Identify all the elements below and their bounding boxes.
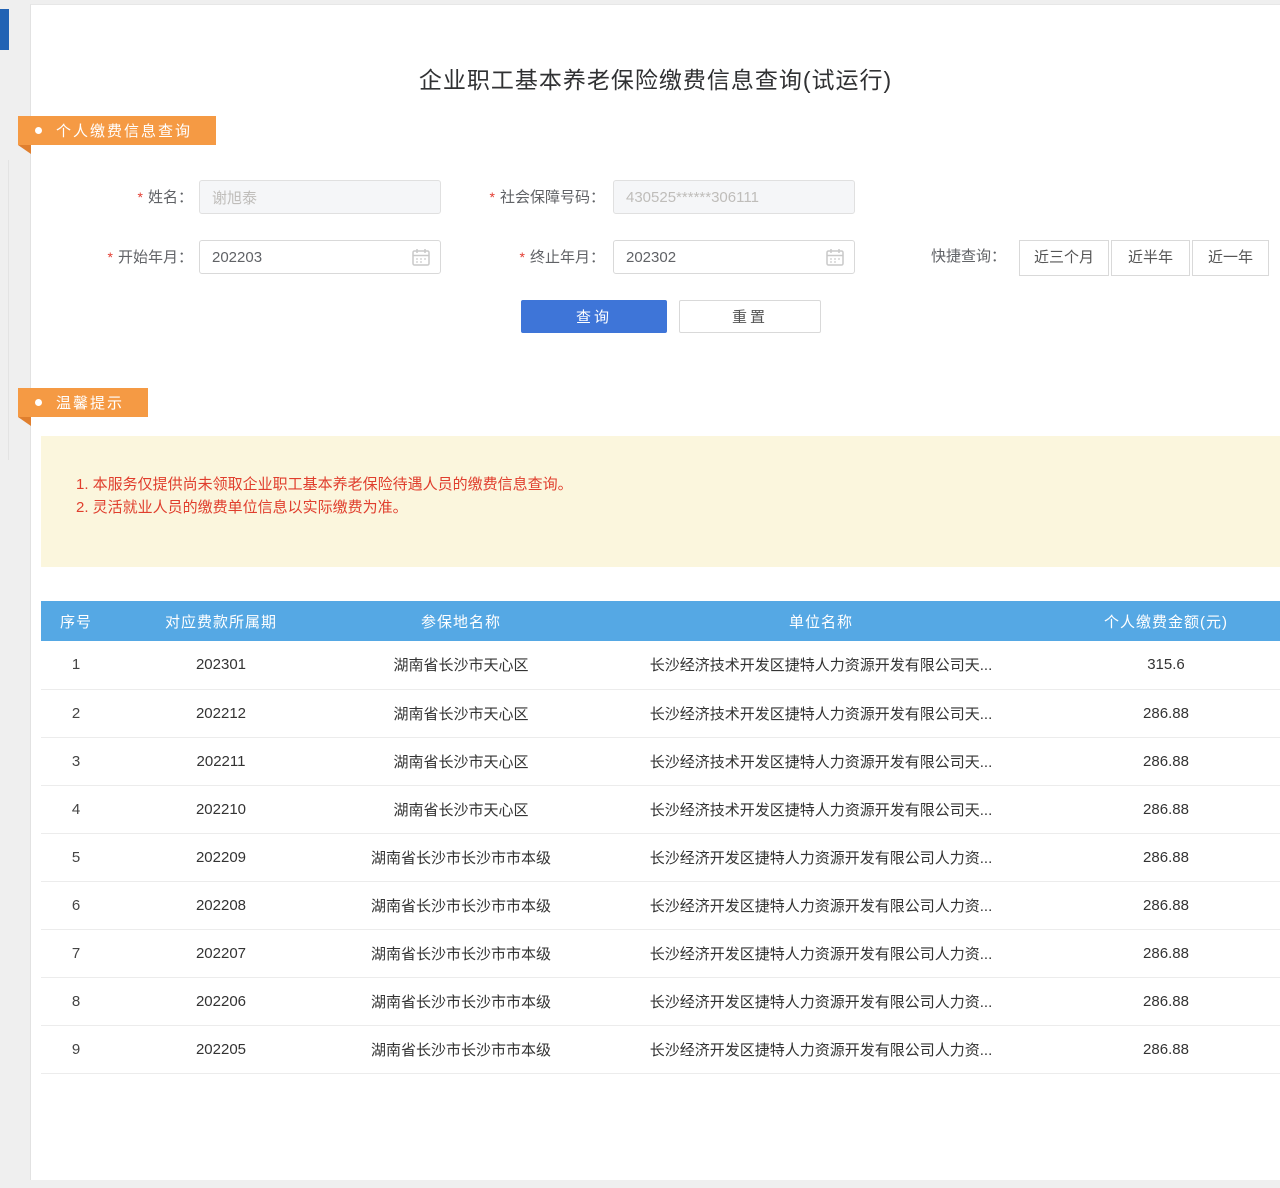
table-cell: 3 [41, 737, 111, 785]
bullet-dot-icon [35, 399, 42, 406]
table-cell: 长沙经济技术开发区捷特人力资源开发有限公司天... [591, 737, 1051, 785]
end-month-label: *终止年月： [469, 240, 605, 275]
header-seq: 序号 [41, 601, 111, 641]
table-cell: 湖南省长沙市长沙市市本级 [331, 977, 591, 1025]
name-input[interactable] [199, 180, 441, 214]
table-cell: 长沙经济开发区捷特人力资源开发有限公司人力资... [591, 929, 1051, 977]
query-button[interactable]: 查询 [521, 300, 667, 333]
table-cell: 286.88 [1051, 737, 1280, 785]
ribbon-fold [18, 417, 31, 426]
table-cell: 湖南省长沙市天心区 [331, 641, 591, 689]
bullet-dot-icon [35, 127, 42, 134]
quick-query-last-3-months-button[interactable]: 近三个月 [1019, 240, 1109, 276]
table-cell: 202212 [111, 689, 331, 737]
table-cell: 湖南省长沙市天心区 [331, 785, 591, 833]
ribbon-fold [18, 145, 31, 154]
required-mark: * [108, 249, 113, 265]
table-cell: 长沙经济开发区捷特人力资源开发有限公司人力资... [591, 977, 1051, 1025]
main-panel: 企业职工基本养老保险缴费信息查询(试运行) 个人缴费信息查询 *姓名： *社会保… [30, 4, 1280, 1180]
required-mark: * [520, 249, 525, 265]
table-row: 7202207湖南省长沙市长沙市市本级长沙经济开发区捷特人力资源开发有限公司人力… [41, 929, 1280, 977]
table-cell: 202208 [111, 881, 331, 929]
table-cell: 202209 [111, 833, 331, 881]
table-cell: 湖南省长沙市天心区 [331, 737, 591, 785]
quick-query-one-year-button[interactable]: 近一年 [1192, 240, 1269, 276]
table-row: 1202301湖南省长沙市天心区长沙经济技术开发区捷特人力资源开发有限公司天..… [41, 641, 1280, 689]
table-cell: 9 [41, 1025, 111, 1073]
table-row: 2202212湖南省长沙市天心区长沙经济技术开发区捷特人力资源开发有限公司天..… [41, 689, 1280, 737]
table-cell: 1 [41, 641, 111, 689]
table-row: 6202208湖南省长沙市长沙市市本级长沙经济开发区捷特人力资源开发有限公司人力… [41, 881, 1280, 929]
required-mark: * [490, 189, 495, 205]
table-cell: 286.88 [1051, 1025, 1280, 1073]
table-cell: 2 [41, 689, 111, 737]
table-cell: 202205 [111, 1025, 331, 1073]
notice-line-2: 2. 灵活就业人员的缴费单位信息以实际缴费为准。 [76, 496, 1280, 519]
payment-table: 序号 对应费款所属期 参保地名称 单位名称 个人缴费金额(元) 1202301湖… [41, 601, 1280, 1074]
table-row: 8202206湖南省长沙市长沙市市本级长沙经济开发区捷特人力资源开发有限公司人力… [41, 977, 1280, 1025]
table-cell: 湖南省长沙市长沙市市本级 [331, 833, 591, 881]
table-cell: 202210 [111, 785, 331, 833]
required-mark: * [138, 189, 143, 205]
table-cell: 315.6 [1051, 641, 1280, 689]
table-cell: 202211 [111, 737, 331, 785]
table-cell: 286.88 [1051, 977, 1280, 1025]
table-cell: 湖南省长沙市长沙市市本级 [331, 1025, 591, 1073]
table-cell: 7 [41, 929, 111, 977]
table-row: 9202205湖南省长沙市长沙市市本级长沙经济开发区捷特人力资源开发有限公司人力… [41, 1025, 1280, 1073]
header-unit-name: 单位名称 [591, 601, 1051, 641]
table-cell: 5 [41, 833, 111, 881]
table-cell: 长沙经济技术开发区捷特人力资源开发有限公司天... [591, 641, 1051, 689]
notice-box: 1. 本服务仅提供尚未领取企业职工基本养老保险待遇人员的缴费信息查询。 2. 灵… [41, 436, 1280, 567]
table-cell: 202207 [111, 929, 331, 977]
table-cell: 202206 [111, 977, 331, 1025]
collapsed-sidebar-edge [0, 9, 9, 50]
quick-query-half-year-button[interactable]: 近半年 [1111, 240, 1190, 276]
table-cell: 长沙经济技术开发区捷特人力资源开发有限公司天... [591, 785, 1051, 833]
header-period: 对应费款所属期 [111, 601, 331, 641]
table-cell: 长沙经济开发区捷特人力资源开发有限公司人力资... [591, 833, 1051, 881]
table-cell: 286.88 [1051, 881, 1280, 929]
sidebar-divider [8, 160, 9, 460]
end-month-input[interactable] [613, 240, 855, 274]
table-cell: 湖南省长沙市长沙市市本级 [331, 929, 591, 977]
table-cell: 4 [41, 785, 111, 833]
notice-line-1: 1. 本服务仅提供尚未领取企业职工基本养老保险待遇人员的缴费信息查询。 [76, 473, 1280, 496]
page-title: 企业职工基本养老保险缴费信息查询(试运行) [31, 61, 1280, 95]
header-insured-place: 参保地名称 [331, 601, 591, 641]
section-badge-label: 个人缴费信息查询 [56, 120, 192, 141]
table-cell: 8 [41, 977, 111, 1025]
start-month-input[interactable] [199, 240, 441, 274]
table-row: 3202211湖南省长沙市天心区长沙经济技术开发区捷特人力资源开发有限公司天..… [41, 737, 1280, 785]
table-cell: 湖南省长沙市长沙市市本级 [331, 881, 591, 929]
table-cell: 长沙经济开发区捷特人力资源开发有限公司人力资... [591, 1025, 1051, 1073]
pension-query-page: { "colors": { "accent_orange": "#f59a44"… [0, 0, 1280, 1188]
table-cell: 6 [41, 881, 111, 929]
table-cell: 湖南省长沙市天心区 [331, 689, 591, 737]
table-cell: 286.88 [1051, 785, 1280, 833]
table-cell: 286.88 [1051, 833, 1280, 881]
start-month-label: *开始年月： [91, 240, 193, 275]
ssn-label: *社会保障号码： [469, 180, 605, 215]
name-label: *姓名： [91, 180, 193, 215]
table-cell: 286.88 [1051, 689, 1280, 737]
header-amount: 个人缴费金额(元) [1051, 601, 1280, 641]
table-row: 5202209湖南省长沙市长沙市市本级长沙经济开发区捷特人力资源开发有限公司人力… [41, 833, 1280, 881]
table-cell: 202301 [111, 641, 331, 689]
table-header-row: 序号 对应费款所属期 参保地名称 单位名称 个人缴费金额(元) [41, 601, 1280, 641]
section-badge-personal-query: 个人缴费信息查询 [18, 116, 216, 145]
table-cell: 长沙经济开发区捷特人力资源开发有限公司人力资... [591, 881, 1051, 929]
table-cell: 长沙经济技术开发区捷特人力资源开发有限公司天... [591, 689, 1051, 737]
quick-query-label: 快捷查询： [931, 240, 1011, 274]
ssn-input[interactable] [613, 180, 855, 214]
section-badge-tips: 温馨提示 [18, 388, 148, 417]
table-row: 4202210湖南省长沙市天心区长沙经济技术开发区捷特人力资源开发有限公司天..… [41, 785, 1280, 833]
section-badge-label: 温馨提示 [56, 392, 124, 413]
reset-button[interactable]: 重置 [679, 300, 821, 333]
table-cell: 286.88 [1051, 929, 1280, 977]
table-body: 1202301湖南省长沙市天心区长沙经济技术开发区捷特人力资源开发有限公司天..… [41, 641, 1280, 1073]
